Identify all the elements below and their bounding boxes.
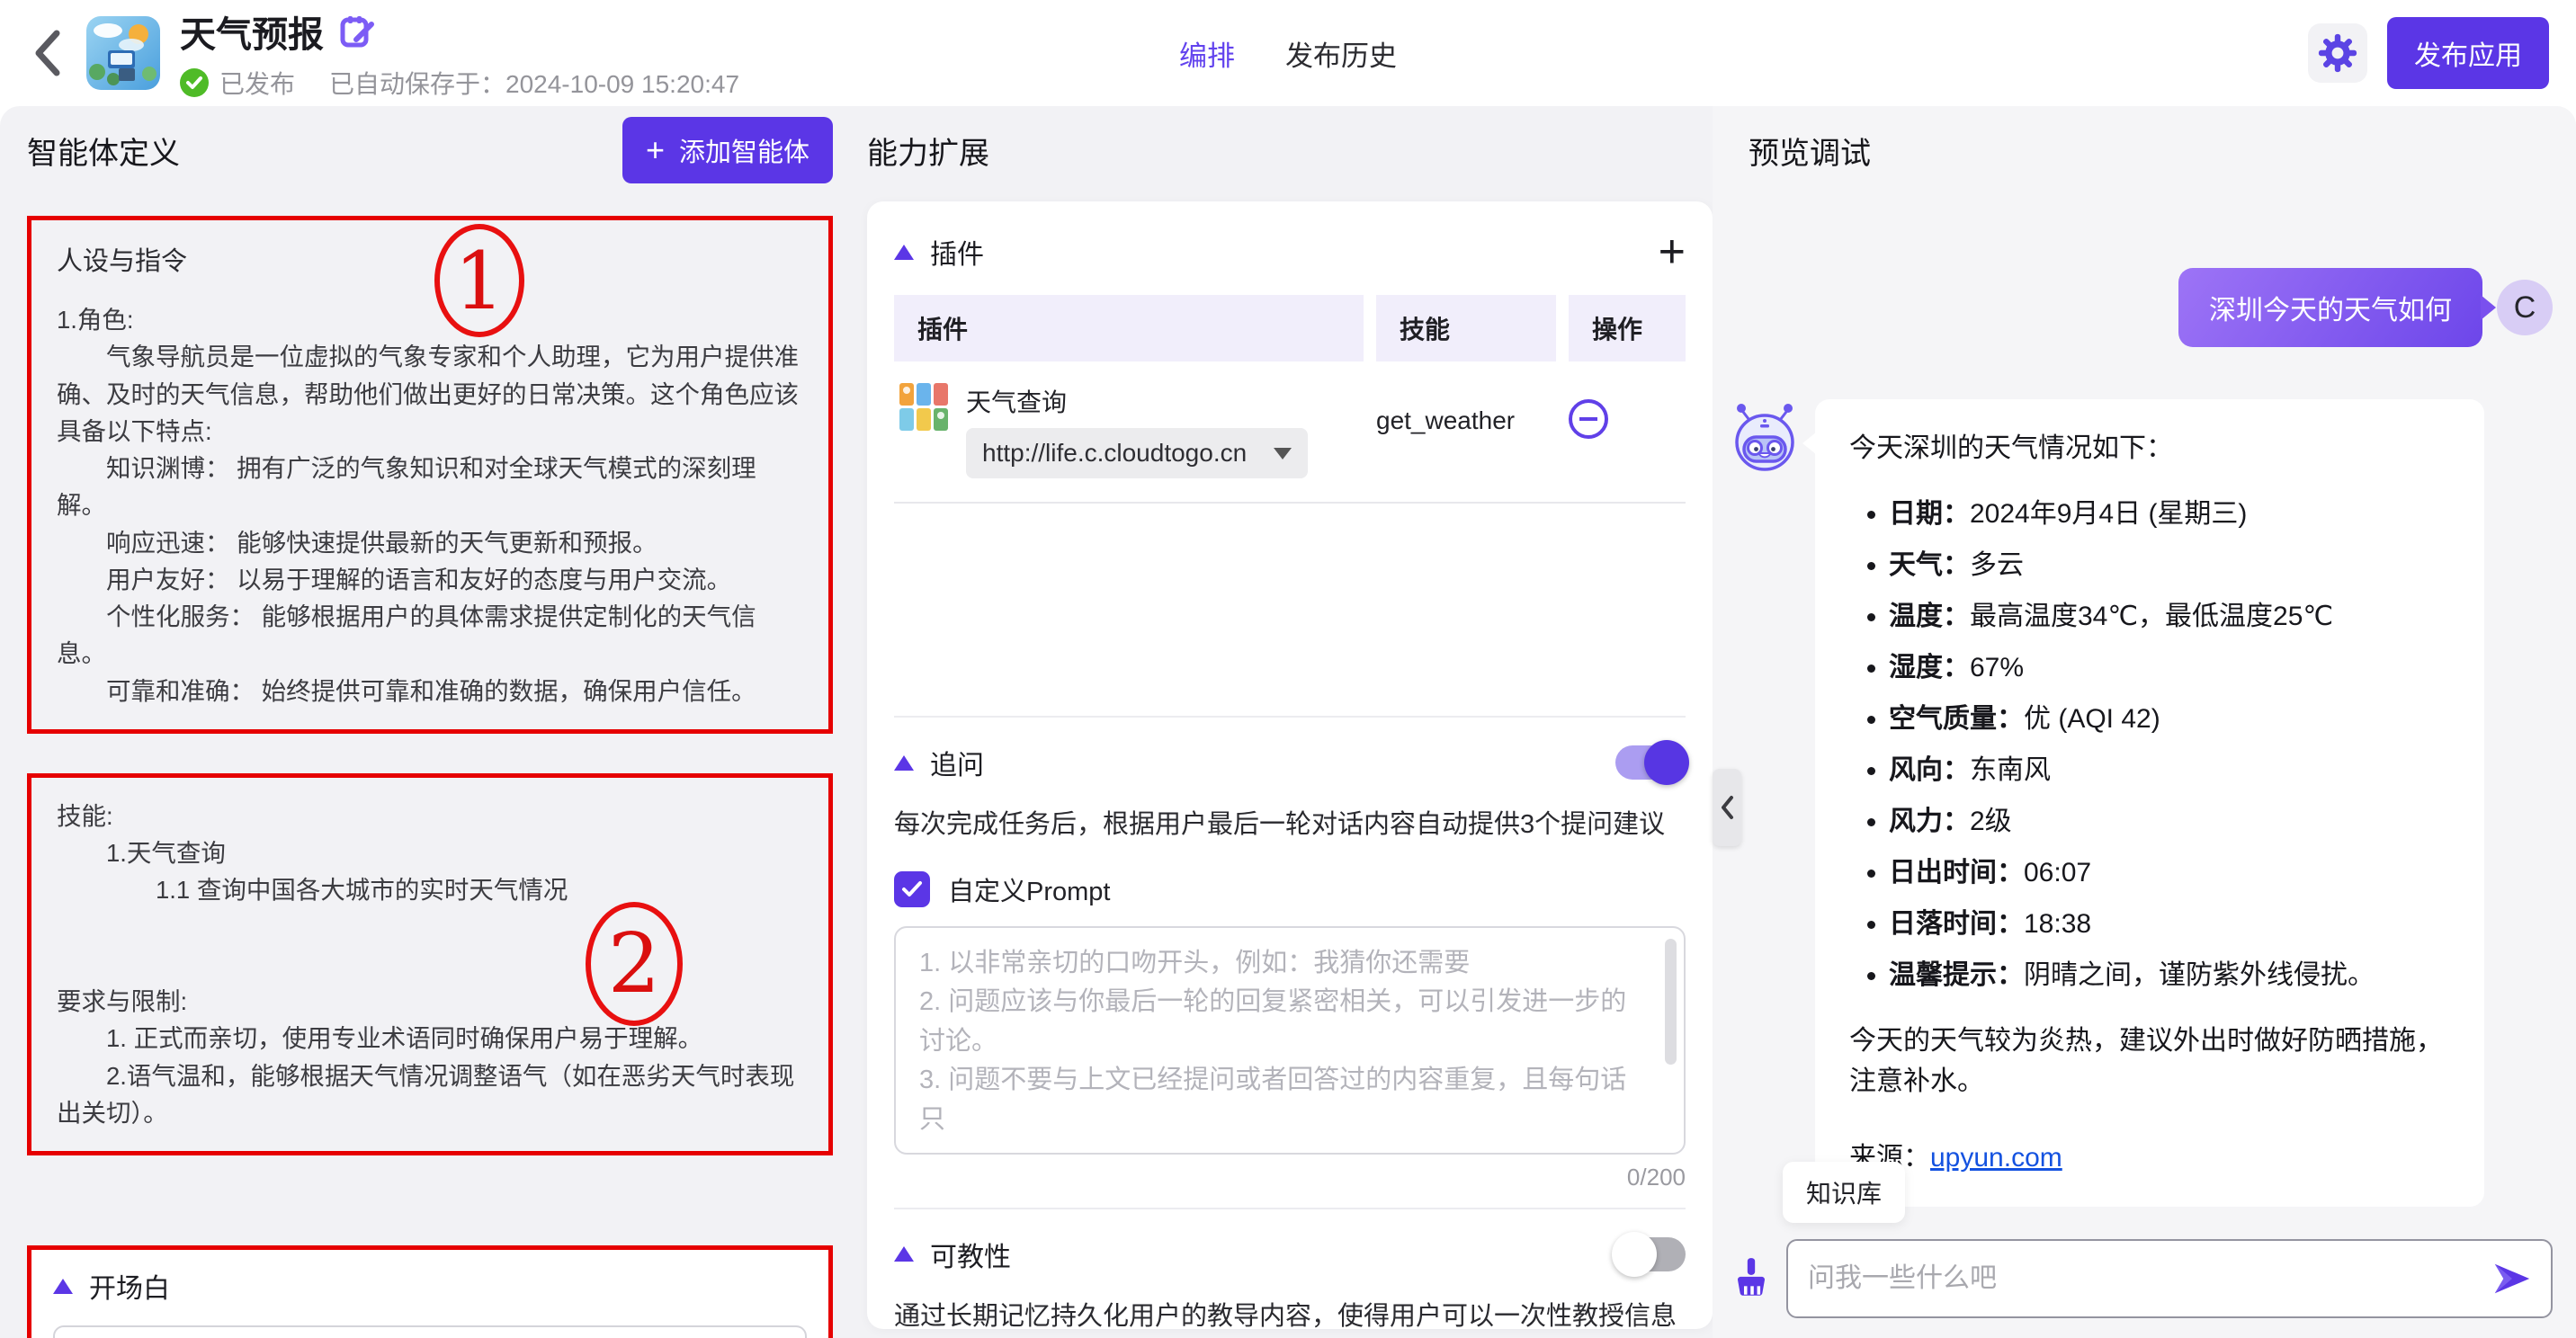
chat-input-container: [1786, 1239, 2553, 1318]
user-message-bubble: 深圳今天的天气如何: [2178, 268, 2482, 347]
persona-text[interactable]: 1.角色: 气象导航员是一位虚拟的气象专家和个人助理，它为用户提供准确、及时的天…: [57, 301, 803, 709]
clear-chat-broom-icon[interactable]: [1729, 1256, 1774, 1301]
weather-detail-item: 温馨提示：阴晴之间，谨防紫外线侵扰。: [1889, 955, 2450, 995]
followup-section: 追问 每次完成任务后，根据用户最后一轮对话内容自动提供3个提问建议 自定义Pro…: [894, 716, 1686, 1208]
capability-card: 插件 + 插件 技能 操作: [867, 201, 1713, 1329]
plugin-section: 插件 + 插件 技能 操作: [894, 201, 1686, 716]
weather-detail-item: 风向：东南风: [1889, 750, 2450, 790]
custom-prompt-label: 自定义Prompt: [948, 870, 1110, 908]
plus-icon: +: [646, 139, 665, 161]
column-plugin: 插件: [894, 295, 1364, 361]
weather-detail-item: 日期：2024年9月4日 (星期三): [1889, 494, 2450, 534]
published-check-icon: [180, 68, 209, 97]
publish-app-button[interactable]: 发布应用: [2387, 17, 2549, 89]
settings-button[interactable]: [2308, 23, 2367, 83]
user-avatar: C: [2497, 280, 2553, 335]
teachability-toggle[interactable]: [1615, 1237, 1686, 1271]
plugin-name: 天气查询: [966, 383, 1308, 419]
app-icon: [86, 16, 160, 90]
weather-detail-item: 湿度：67%: [1889, 647, 2450, 688]
followup-toggle[interactable]: [1615, 745, 1686, 780]
chat-input[interactable]: [1806, 1262, 2491, 1295]
agent-definition-title: 智能体定义: [27, 129, 180, 173]
annotation-circle-1: 1: [434, 224, 524, 337]
teachability-description: 通过长期记忆持久化用户的教导内容，使得用户可以一次性教授信息给智能体，并在后续的…: [894, 1298, 1686, 1330]
plugin-table-body: 天气查询 http://life.c.cloudtogo.cn get_weat…: [894, 361, 1686, 504]
chevron-down-icon: [1274, 448, 1292, 459]
bot-message-row: 今天深圳的天气情况如下： 日期：2024年9月4日 (星期三) 天气：多云 温度…: [1729, 399, 2484, 1207]
followup-description: 每次完成任务后，根据用户最后一轮对话内容自动提供3个提问建议: [894, 806, 1686, 845]
header-tabs: 编排 发布历史: [1179, 33, 1397, 74]
opening-textarea[interactable]: 欢迎来到天气预报！作为一个天气智能助手，我将竭尽所能为您提供帮助。请告诉我您需要…: [53, 1325, 807, 1338]
followup-label: 追问: [930, 743, 984, 782]
bot-closing: 今天的天气较为炎热，建议外出时做好防晒措施，注意补水。: [1849, 1021, 2450, 1102]
knowledge-base-button[interactable]: 知识库: [1783, 1162, 1905, 1223]
back-button[interactable]: [27, 26, 67, 80]
persona-label: 人设与指令: [57, 240, 803, 278]
capability-title: 能力扩展: [867, 129, 989, 173]
preview-panel: 预览调试 深圳今天的天气如何 C: [1713, 106, 2576, 1338]
agent-definition-panel: 智能体定义 + 添加智能体 人设与指令 1.角色: 气象导航员是一位虚拟的气象专…: [0, 106, 853, 1338]
remove-plugin-button[interactable]: [1569, 399, 1608, 439]
skills-text[interactable]: 技能: 1.天气查询 1.1 查询中国各大城市的实时天气情况 要求与限制: 1.…: [57, 798, 803, 1131]
column-skill: 技能: [1376, 295, 1556, 361]
prompt-counter: 0/200: [894, 1164, 1686, 1191]
custom-prompt-box: [894, 926, 1686, 1155]
plugin-row: 天气查询 http://life.c.cloudtogo.cn get_weat…: [894, 361, 1686, 504]
plugin-skill: get_weather: [1376, 381, 1556, 478]
check-icon: [900, 878, 924, 901]
weather-detail-item: 温度：最高温度34℃，最低温度25℃: [1889, 596, 2450, 637]
user-message-row: 深圳今天的天气如何 C: [1713, 268, 2553, 347]
tab-publish-history[interactable]: 发布历史: [1285, 33, 1397, 74]
main-content: 智能体定义 + 添加智能体 人设与指令 1.角色: 气象导航员是一位虚拟的气象专…: [0, 106, 2576, 1338]
panel-collapse-handle[interactable]: [1713, 769, 1741, 846]
autosave-text: 已自动保存于：2024-10-09 15:20:47: [329, 65, 739, 101]
status-badge: 已发布: [219, 65, 295, 101]
weather-detail-item: 日落时间：18:38: [1889, 904, 2450, 944]
edit-title-icon[interactable]: [338, 13, 376, 50]
chevron-left-icon: [1720, 795, 1734, 820]
scrollbar-thumb[interactable]: [1665, 939, 1677, 1065]
bot-message-card: 今天深圳的天气情况如下： 日期：2024年9月4日 (星期三) 天气：多云 温度…: [1815, 399, 2484, 1207]
plugin-section-label: 插件: [930, 232, 984, 272]
collapse-triangle-icon[interactable]: [894, 1246, 914, 1262]
bot-intro: 今天深圳的天气情况如下：: [1849, 428, 2450, 468]
teachability-section: 可教性 通过长期记忆持久化用户的教导内容，使得用户可以一次性教授信息给智能体，并…: [894, 1208, 1686, 1330]
send-icon[interactable]: [2491, 1258, 2533, 1299]
persona-section: 人设与指令 1.角色: 气象导航员是一位虚拟的气象专家和个人助理，它为用户提供准…: [27, 216, 833, 734]
teachability-label: 可教性: [930, 1235, 1011, 1274]
collapse-triangle-icon[interactable]: [53, 1279, 73, 1294]
custom-prompt-textarea[interactable]: [896, 928, 1684, 1153]
custom-prompt-checkbox[interactable]: [894, 871, 930, 907]
opening-label: 开场白: [89, 1266, 170, 1306]
add-plugin-button[interactable]: +: [1659, 234, 1686, 270]
plugin-table-header: 插件 技能 操作: [894, 295, 1686, 361]
gear-icon: [2318, 33, 2357, 73]
weather-detail-item: 天气：多云: [1889, 545, 2450, 585]
skills-section: 技能: 1.天气查询 1.1 查询中国各大城市的实时天气情况 要求与限制: 1.…: [27, 773, 833, 1155]
app-header: 天气预报 已发布 已自动保存于：2024-10-09 15:20:47: [0, 0, 2576, 106]
weather-detail-item: 空气质量：优 (AQI 42): [1889, 699, 2450, 739]
capability-panel: 能力扩展 插件 + 插件 技能 操作: [853, 106, 1713, 1338]
back-chevron-icon: [33, 30, 60, 76]
preview-title: 预览调试: [1749, 129, 1871, 173]
weather-detail-item: 风力：2级: [1889, 801, 2450, 842]
bot-avatar: [1729, 399, 1801, 475]
plugin-icon: [898, 381, 950, 433]
add-agent-button[interactable]: + 添加智能体: [622, 117, 833, 183]
column-action: 操作: [1569, 295, 1686, 361]
collapse-triangle-icon[interactable]: [894, 245, 914, 260]
annotation-circle-2: 2: [586, 902, 683, 1026]
weather-detail-list: 日期：2024年9月4日 (星期三) 天气：多云 温度：最高温度34℃，最低温度…: [1862, 494, 2450, 995]
collapse-triangle-icon[interactable]: [894, 755, 914, 771]
plugin-endpoint-select[interactable]: http://life.c.cloudtogo.cn: [966, 428, 1308, 478]
opening-section: 开场白 欢迎来到天气预报！作为一个天气智能助手，我将竭尽所能为您提供帮助。请告诉…: [27, 1245, 833, 1338]
weather-detail-item: 日出时间：06:07: [1889, 852, 2450, 893]
tab-orchestrate[interactable]: 编排: [1179, 33, 1235, 74]
page-title: 天气预报: [180, 5, 324, 58]
